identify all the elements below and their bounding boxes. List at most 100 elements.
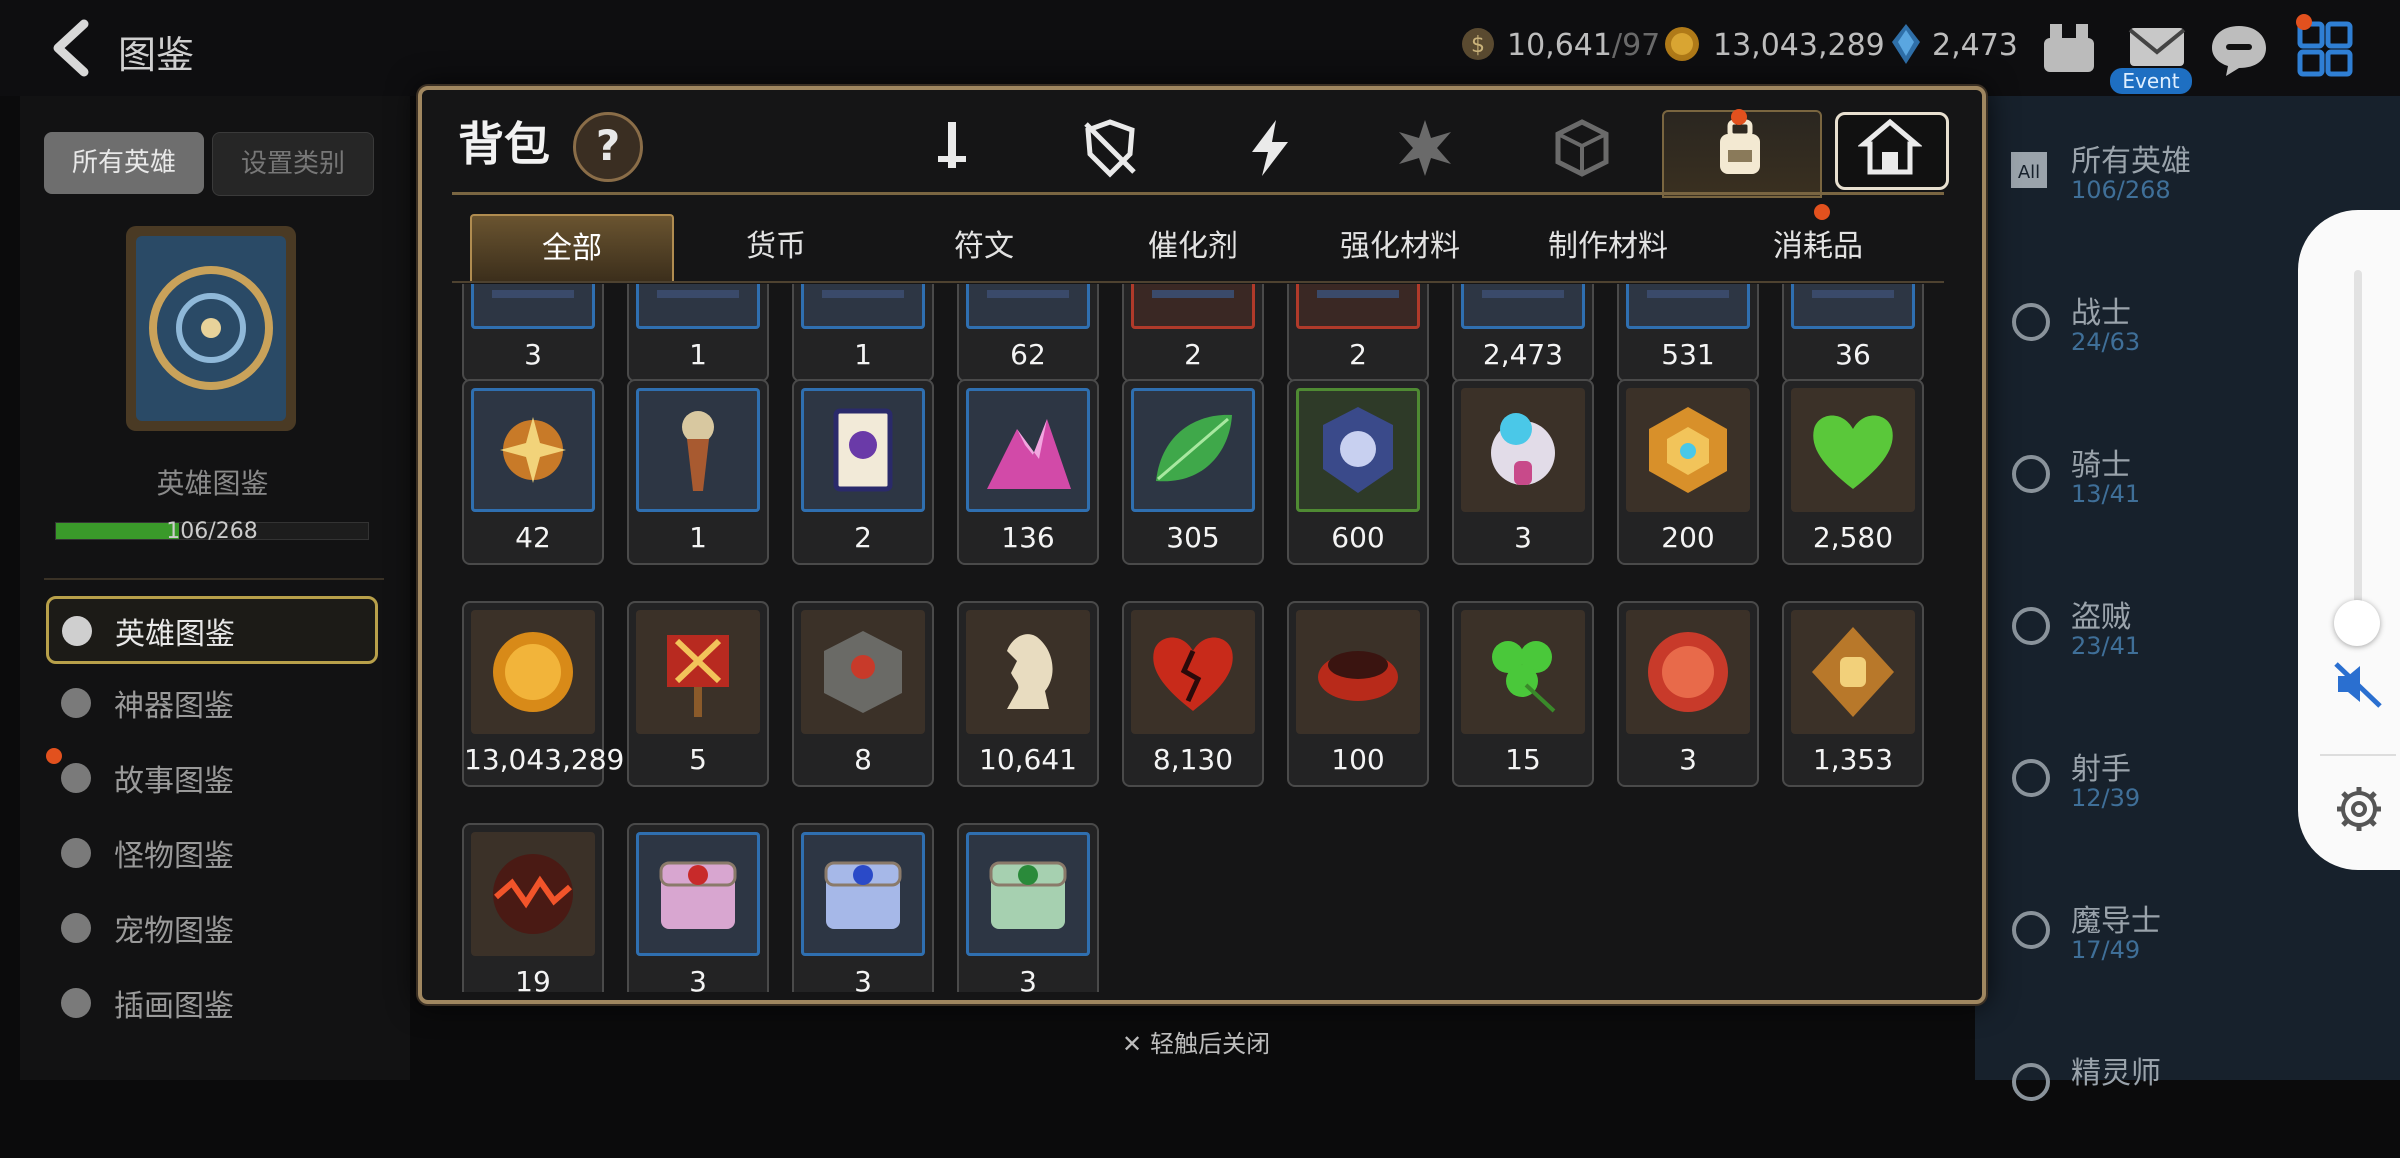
crystal-value: 2,473 (1932, 28, 2018, 63)
leaf-icon (1156, 414, 1232, 482)
codex-menu-label: 宠物图鉴 (114, 914, 234, 949)
class-count: 12/39 (2071, 784, 2141, 812)
inventory-item[interactable]: 600 (1287, 379, 1429, 565)
inventory-item[interactable]: 2 (1287, 284, 1429, 382)
hero-codex-book-icon[interactable] (108, 218, 313, 443)
inventory-item[interactable]: 1 (627, 284, 769, 382)
item-icon (1317, 290, 1399, 298)
inventory-item[interactable]: 8,130 (1122, 601, 1264, 787)
volume-slider-knob[interactable] (2334, 600, 2380, 646)
item-quantity: 8 (854, 743, 872, 776)
inventory-item[interactable]: 36 (1782, 284, 1924, 382)
tap-to-close-hint[interactable]: ✕ 轻触后关闭 (1122, 1024, 1270, 1059)
inventory-item[interactable]: 531 (1617, 284, 1759, 382)
volume-divider (2320, 754, 2396, 756)
inventory-item[interactable]: 100 (1287, 601, 1429, 787)
codex-menu-item[interactable]: 故事图鉴 (48, 746, 378, 808)
item-quantity: 1 (689, 521, 707, 554)
crystal-icon (1892, 24, 1920, 64)
codex-menu-label: 英雄图鉴 (115, 617, 235, 652)
inventory-item[interactable]: 1,353 (1782, 601, 1924, 787)
help-button[interactable]: ? (573, 112, 643, 182)
item-quantity: 305 (1166, 521, 1220, 554)
item-type-tab[interactable]: 催化剂 (1093, 214, 1293, 280)
item-type-tab[interactable]: 全部 (470, 214, 674, 282)
backpack-icon[interactable] (1708, 116, 1772, 180)
inventory-item[interactable]: 305 (1122, 379, 1264, 565)
inventory-item[interactable]: 2 (792, 379, 934, 565)
inventory-item[interactable]: 200 (1617, 379, 1759, 565)
archer-icon (2012, 759, 2050, 797)
item-quantity: 36 (1835, 338, 1871, 371)
inventory-item[interactable]: 8 (792, 601, 934, 787)
item-icon (822, 290, 904, 298)
inventory-item[interactable]: 19 (462, 823, 604, 992)
item-quantity: 136 (1001, 521, 1055, 554)
inventory-item[interactable]: 136 (957, 379, 1099, 565)
codex-menu-item[interactable]: 怪物图鉴 (48, 821, 378, 883)
class-filter-item[interactable]: 魔导士 17/49 (1975, 856, 2400, 1006)
inventory-item[interactable]: 10,641 (957, 601, 1099, 787)
settings-gear-icon[interactable] (2334, 784, 2384, 834)
emblem-icon (1323, 407, 1393, 493)
spirit-icon (2012, 1063, 2050, 1101)
codex-menu-label: 故事图鉴 (114, 764, 234, 799)
inventory-item[interactable]: 15 (1452, 601, 1594, 787)
inventory-item[interactable]: 3 (1617, 601, 1759, 787)
item-quantity: 3 (1019, 965, 1037, 992)
item-type-tab[interactable]: 货币 (676, 214, 876, 280)
codex-menu-item[interactable]: 宠物图鉴 (48, 896, 378, 958)
svg-text:$: $ (1471, 33, 1485, 58)
inventory-item[interactable]: 1 (792, 284, 934, 382)
item-type-tab[interactable]: 强化材料 (1300, 214, 1500, 280)
artifact-codex-icon (61, 688, 91, 718)
top-bar: 图鉴 $ 10,641/97 13,043,289 2,473 Event (0, 0, 2400, 96)
mute-icon[interactable] (2332, 658, 2384, 710)
inventory-item[interactable]: 3 (792, 823, 934, 992)
tab-set-category[interactable]: 设置类别 (212, 132, 374, 196)
item-type-tab[interactable]: 消耗品 (1718, 214, 1918, 280)
inventory-item[interactable]: 5 (627, 601, 769, 787)
all-icon-text: All (2018, 162, 2040, 183)
event-tag[interactable]: Event (2110, 68, 2192, 94)
inventory-item[interactable]: 1 (627, 379, 769, 565)
back-arrow-icon[interactable] (40, 18, 110, 78)
inventory-item[interactable]: 42 (462, 379, 604, 565)
broken-heart-icon (1153, 637, 1233, 711)
lava-orb-icon (493, 854, 573, 934)
inventory-item[interactable]: 2,580 (1782, 379, 1924, 565)
inventory-item[interactable]: 62 (957, 284, 1099, 382)
barracks-icon[interactable] (2036, 18, 2102, 80)
chat-icon[interactable] (2206, 18, 2272, 80)
burst-icon[interactable] (1393, 116, 1457, 180)
codex-menu-item[interactable]: 英雄图鉴 (46, 596, 378, 664)
volume-slider[interactable] (2354, 270, 2362, 630)
class-name: 战士 (2071, 296, 2131, 331)
close-icon: ✕ (1122, 1030, 1143, 1058)
inventory-item[interactable]: 2,473 (1452, 284, 1594, 382)
knight-shield-icon (2012, 455, 2050, 493)
inventory-item[interactable]: 3 (462, 284, 604, 382)
class-filter-item[interactable]: 精灵师 (1975, 1008, 2400, 1158)
class-count: 24/63 (2071, 328, 2141, 356)
inventory-item[interactable]: 3 (627, 823, 769, 992)
codex-menu-item[interactable]: 插画图鉴 (48, 971, 378, 1033)
stone-cube-icon (824, 631, 902, 713)
tab-all-heroes[interactable]: 所有英雄 (44, 132, 204, 194)
dice-icon[interactable] (1550, 116, 1614, 180)
inventory-item[interactable]: 3 (1452, 379, 1594, 565)
codex-menu-item[interactable]: 神器图鉴 (48, 671, 378, 733)
house-icon[interactable] (1858, 116, 1922, 180)
inventory-item[interactable]: 3 (957, 823, 1099, 992)
volume-panel (2298, 210, 2400, 870)
weapon-icon[interactable] (920, 116, 984, 180)
shield-off-icon[interactable] (1078, 116, 1142, 180)
stamina-icon: $ (1462, 28, 1494, 60)
lightning-icon[interactable] (1238, 116, 1302, 180)
page-title: 图鉴 (118, 33, 195, 77)
inventory-item[interactable]: 2 (1122, 284, 1264, 382)
tab-divider (452, 281, 1944, 283)
item-type-tab[interactable]: 制作材料 (1508, 214, 1708, 280)
inventory-item[interactable]: 13,043,289 (462, 601, 624, 787)
item-type-tab[interactable]: 符文 (884, 214, 1084, 280)
